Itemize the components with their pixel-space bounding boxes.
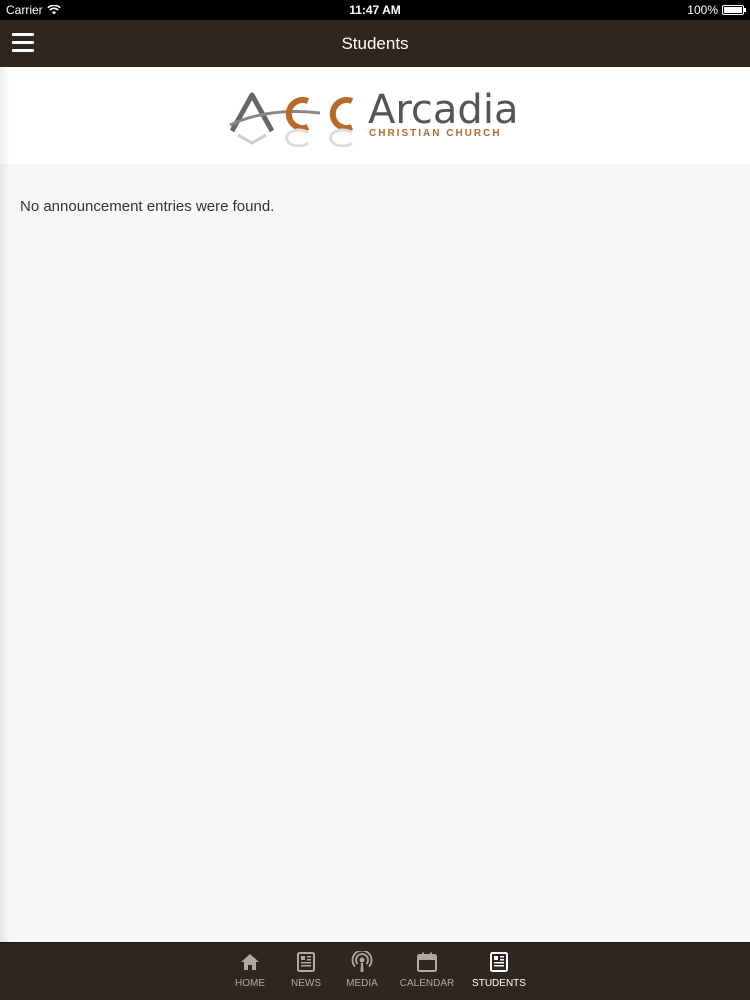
calendar-icon <box>417 952 437 972</box>
battery-percent: 100% <box>687 3 718 17</box>
logo-name: Arcadia <box>368 87 519 133</box>
tab-calendar[interactable]: CALENDAR <box>390 951 464 989</box>
tab-news[interactable]: NEWS <box>278 951 334 989</box>
status-bar: Carrier 11:47 AM 100% <box>0 0 750 20</box>
nav-bar: Students <box>0 20 750 67</box>
tab-label: MEDIA <box>346 978 378 989</box>
battery-icon <box>722 5 746 15</box>
tab-students[interactable]: STUDENTS <box>464 951 534 989</box>
church-logo: Arcadia CHRISTIAN CHURCH <box>228 87 528 147</box>
tab-label: CALENDAR <box>399 978 455 989</box>
tab-home[interactable]: HOME <box>222 951 278 989</box>
logo-band: Arcadia CHRISTIAN CHURCH <box>0 67 750 164</box>
logo-subtitle: CHRISTIAN CHURCH <box>369 128 502 139</box>
page-title: Students <box>341 34 409 53</box>
status-time: 11:47 AM <box>349 3 401 17</box>
tab-media[interactable]: MEDIA <box>334 951 390 989</box>
home-icon <box>241 954 259 970</box>
tab-label: STUDENTS <box>472 978 526 989</box>
acc-logo-mark-icon <box>229 92 354 147</box>
students-news-icon <box>490 952 508 972</box>
battery-fill <box>724 7 742 13</box>
tab-bar: HOME NEWS MEDIA CALENDAR STUDENTS <box>0 942 750 1000</box>
tab-list: HOME NEWS MEDIA CALENDAR STUDENTS <box>222 951 534 989</box>
tab-label: NEWS <box>291 978 321 989</box>
podcast-icon <box>351 951 373 972</box>
status-right: 100% <box>687 3 746 17</box>
empty-state-message: No announcement entries were found. <box>20 198 275 215</box>
tab-label: HOME <box>235 978 265 989</box>
news-icon <box>297 952 315 972</box>
left-edge-shadow <box>0 67 10 942</box>
